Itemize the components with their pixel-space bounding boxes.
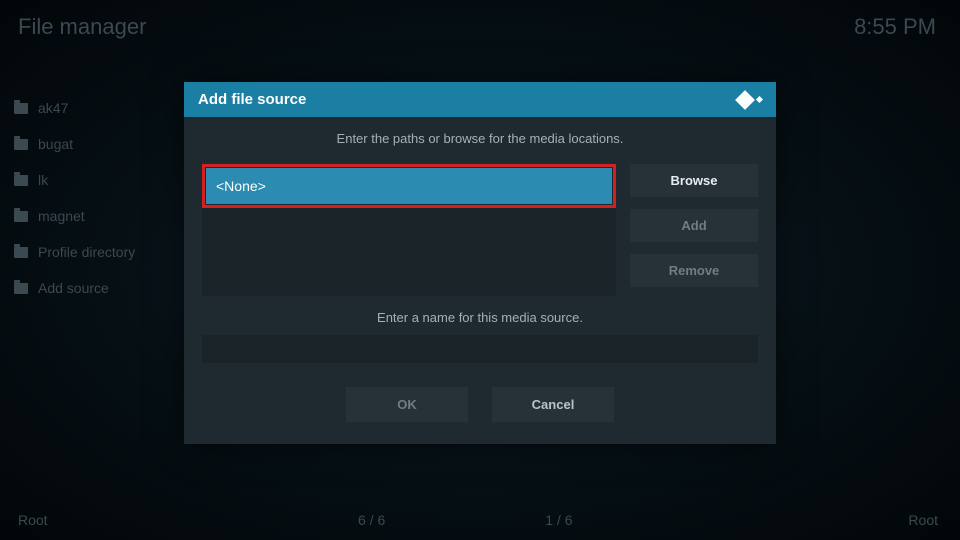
path-column: <None> (202, 164, 616, 296)
dialog-title-bar: Add file source (184, 82, 776, 117)
kodi-logo-icon (738, 93, 762, 107)
name-instruction: Enter a name for this media source. (202, 310, 758, 325)
footer-count-right: 1 / 6 (545, 512, 572, 528)
sidebar-item-label: lk (38, 172, 48, 188)
ok-button[interactable]: OK (346, 387, 468, 422)
path-input[interactable]: <None> (206, 168, 612, 204)
sidebar-item-label: magnet (38, 208, 85, 224)
folder-icon (14, 283, 28, 294)
page-title: File manager (18, 14, 146, 40)
sidebar: ak47 bugat lk magnet Profile directory A… (14, 90, 184, 306)
footer-counts: 6 / 6 1 / 6 (358, 512, 908, 528)
sidebar-item-magnet[interactable]: magnet (14, 198, 184, 234)
sidebar-item-label: Add source (38, 280, 109, 296)
sidebar-item-lk[interactable]: lk (14, 162, 184, 198)
folder-icon (14, 139, 28, 150)
sidebar-item-label: bugat (38, 136, 73, 152)
dialog-actions: OK Cancel (202, 387, 758, 422)
sidebar-item-bugat[interactable]: bugat (14, 126, 184, 162)
footer-count-left: 6 / 6 (358, 512, 385, 528)
folder-icon (14, 103, 28, 114)
folder-icon (14, 175, 28, 186)
add-file-source-dialog: Add file source Enter the paths or brows… (184, 82, 776, 444)
footer: Root 6 / 6 1 / 6 Root (18, 512, 938, 528)
sidebar-item-label: Profile directory (38, 244, 135, 260)
add-button[interactable]: Add (630, 209, 758, 242)
path-instruction: Enter the paths or browse for the media … (202, 131, 758, 146)
path-section: <None> Browse Add Remove (202, 164, 758, 296)
sidebar-item-ak47[interactable]: ak47 (14, 90, 184, 126)
remove-button[interactable]: Remove (630, 254, 758, 287)
clock: 8:55 PM (854, 14, 936, 40)
folder-icon (14, 247, 28, 258)
header: File manager 8:55 PM (0, 0, 960, 40)
sidebar-item-label: ak47 (38, 100, 68, 116)
browse-button[interactable]: Browse (630, 164, 758, 197)
path-buttons: Browse Add Remove (630, 164, 758, 296)
cancel-button[interactable]: Cancel (492, 387, 614, 422)
folder-icon (14, 211, 28, 222)
footer-left-label: Root (18, 512, 358, 528)
path-input-highlight: <None> (202, 164, 616, 208)
sidebar-item-profile-directory[interactable]: Profile directory (14, 234, 184, 270)
name-input[interactable] (202, 335, 758, 363)
dialog-body: Enter the paths or browse for the media … (184, 117, 776, 444)
path-list-area[interactable] (202, 208, 616, 296)
dialog-title: Add file source (198, 91, 306, 108)
footer-right-label: Root (908, 512, 938, 528)
sidebar-item-add-source[interactable]: Add source (14, 270, 184, 306)
